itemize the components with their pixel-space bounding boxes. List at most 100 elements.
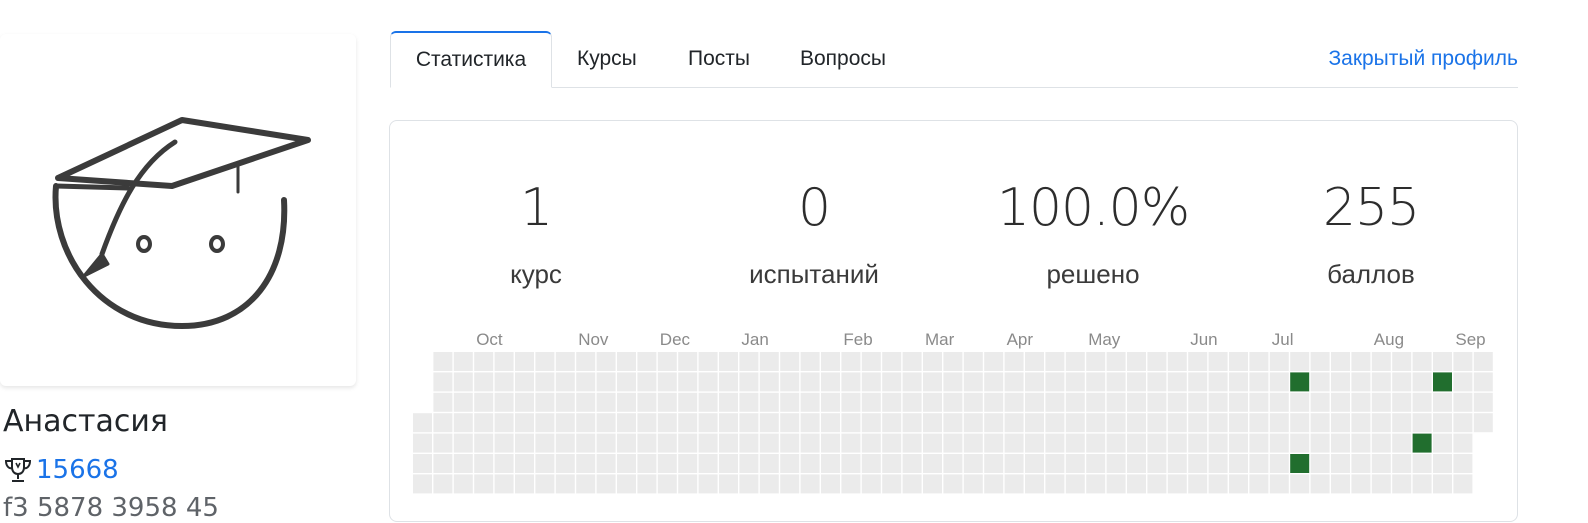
heatmap-cell[interactable] [515, 392, 534, 412]
heatmap-cell[interactable] [617, 352, 636, 371]
heatmap-cell[interactable] [637, 413, 657, 433]
heatmap-cell[interactable] [576, 474, 596, 494]
score-link[interactable]: 15668 [36, 455, 119, 485]
heatmap-cell[interactable] [1147, 372, 1167, 392]
heatmap-cell[interactable] [1473, 413, 1493, 433]
heatmap-cell[interactable] [453, 392, 473, 412]
heatmap-cell[interactable] [861, 433, 881, 453]
heatmap-cell[interactable] [494, 413, 514, 433]
tab-courses[interactable]: Курсы [577, 31, 637, 87]
heatmap-cell-active[interactable] [1290, 372, 1310, 392]
heatmap-cell[interactable] [882, 413, 902, 433]
heatmap-cell[interactable] [535, 413, 555, 433]
heatmap-cell[interactable] [1269, 433, 1289, 453]
heatmap-cell[interactable] [1249, 372, 1269, 392]
heatmap-cell[interactable] [943, 372, 963, 392]
heatmap-cell[interactable] [657, 372, 677, 392]
heatmap-cell[interactable] [861, 474, 881, 494]
heatmap-cell[interactable] [555, 454, 575, 473]
heatmap-cell[interactable] [413, 413, 432, 433]
heatmap-cell[interactable] [1167, 392, 1187, 412]
heatmap-cell[interactable] [739, 413, 759, 433]
heatmap-cell-active[interactable] [1433, 372, 1452, 392]
heatmap-cell[interactable] [800, 392, 820, 412]
heatmap-cell[interactable] [1371, 372, 1391, 392]
heatmap-cell[interactable] [719, 392, 738, 412]
heatmap-cell[interactable] [535, 454, 555, 473]
heatmap-cell[interactable] [759, 454, 779, 473]
heatmap-cell[interactable] [515, 454, 534, 473]
heatmap-cell[interactable] [1208, 433, 1228, 453]
heatmap-cell[interactable] [780, 433, 800, 453]
heatmap-cell[interactable] [1147, 433, 1167, 453]
heatmap-cell[interactable] [821, 392, 840, 412]
heatmap-cell[interactable] [882, 392, 902, 412]
heatmap-cell[interactable] [678, 352, 698, 371]
heatmap-cell[interactable] [1392, 392, 1412, 412]
heatmap-cell[interactable] [861, 454, 881, 473]
heatmap-cell[interactable] [1045, 392, 1065, 412]
heatmap-cell[interactable] [841, 352, 861, 371]
heatmap-cell[interactable] [1127, 454, 1146, 473]
heatmap-cell[interactable] [800, 433, 820, 453]
heatmap-cell[interactable] [963, 413, 983, 433]
heatmap-cell[interactable] [1147, 454, 1167, 473]
heatmap-cell[interactable] [1065, 454, 1085, 473]
heatmap-cell[interactable] [739, 474, 759, 494]
heatmap-cell[interactable] [1433, 454, 1452, 473]
heatmap-cell[interactable] [596, 352, 616, 371]
heatmap-cell[interactable] [882, 433, 902, 453]
heatmap-cell[interactable] [1167, 474, 1187, 494]
heatmap-cell[interactable] [555, 413, 575, 433]
heatmap-cell[interactable] [637, 392, 657, 412]
heatmap-cell[interactable] [1188, 372, 1208, 392]
heatmap-cell[interactable] [453, 433, 473, 453]
heatmap-cell[interactable] [494, 433, 514, 453]
heatmap-cell[interactable] [1127, 413, 1146, 433]
heatmap-cell[interactable] [780, 372, 800, 392]
heatmap-cell[interactable] [413, 474, 432, 494]
heatmap-cell[interactable] [698, 413, 718, 433]
heatmap-cell[interactable] [678, 474, 698, 494]
heatmap-cell[interactable] [1351, 392, 1371, 412]
heatmap-cell[interactable] [1290, 474, 1310, 494]
heatmap-cell[interactable] [1290, 392, 1310, 412]
heatmap-cell[interactable] [617, 454, 636, 473]
heatmap-cell[interactable] [943, 454, 963, 473]
heatmap-cell[interactable] [759, 372, 779, 392]
heatmap-cell[interactable] [555, 474, 575, 494]
heatmap-cell[interactable] [719, 372, 738, 392]
heatmap-cell[interactable] [1351, 413, 1371, 433]
heatmap-cell[interactable] [1147, 392, 1167, 412]
heatmap-cell[interactable] [1045, 372, 1065, 392]
heatmap-cell[interactable] [1229, 372, 1248, 392]
heatmap-cell[interactable] [1065, 392, 1085, 412]
heatmap-cell[interactable] [902, 372, 922, 392]
heatmap-cell[interactable] [1147, 413, 1167, 433]
heatmap-cell[interactable] [474, 372, 494, 392]
heatmap-cell[interactable] [453, 474, 473, 494]
heatmap-cell[interactable] [800, 454, 820, 473]
heatmap-cell[interactable] [1065, 352, 1085, 371]
heatmap-cell[interactable] [1065, 433, 1085, 453]
heatmap-cell[interactable] [1269, 372, 1289, 392]
heatmap-cell[interactable] [1106, 392, 1126, 412]
heatmap-cell[interactable] [1004, 392, 1024, 412]
heatmap-cell[interactable] [1127, 372, 1146, 392]
heatmap-cell[interactable] [1351, 454, 1371, 473]
heatmap-cell[interactable] [1412, 413, 1432, 433]
heatmap-cell[interactable] [1025, 372, 1044, 392]
heatmap-cell[interactable] [739, 352, 759, 371]
heatmap-cell[interactable] [1433, 352, 1452, 371]
heatmap-cell[interactable] [1188, 413, 1208, 433]
heatmap-cell[interactable] [596, 372, 616, 392]
heatmap-cell[interactable] [963, 433, 983, 453]
heatmap-cell[interactable] [923, 454, 942, 473]
heatmap-cell[interactable] [698, 454, 718, 473]
heatmap-cell[interactable] [1147, 474, 1167, 494]
heatmap-cell[interactable] [617, 372, 636, 392]
heatmap-cell[interactable] [576, 352, 596, 371]
heatmap-cell[interactable] [1453, 372, 1473, 392]
heatmap-cell[interactable] [1371, 433, 1391, 453]
heatmap-cell[interactable] [433, 352, 453, 371]
